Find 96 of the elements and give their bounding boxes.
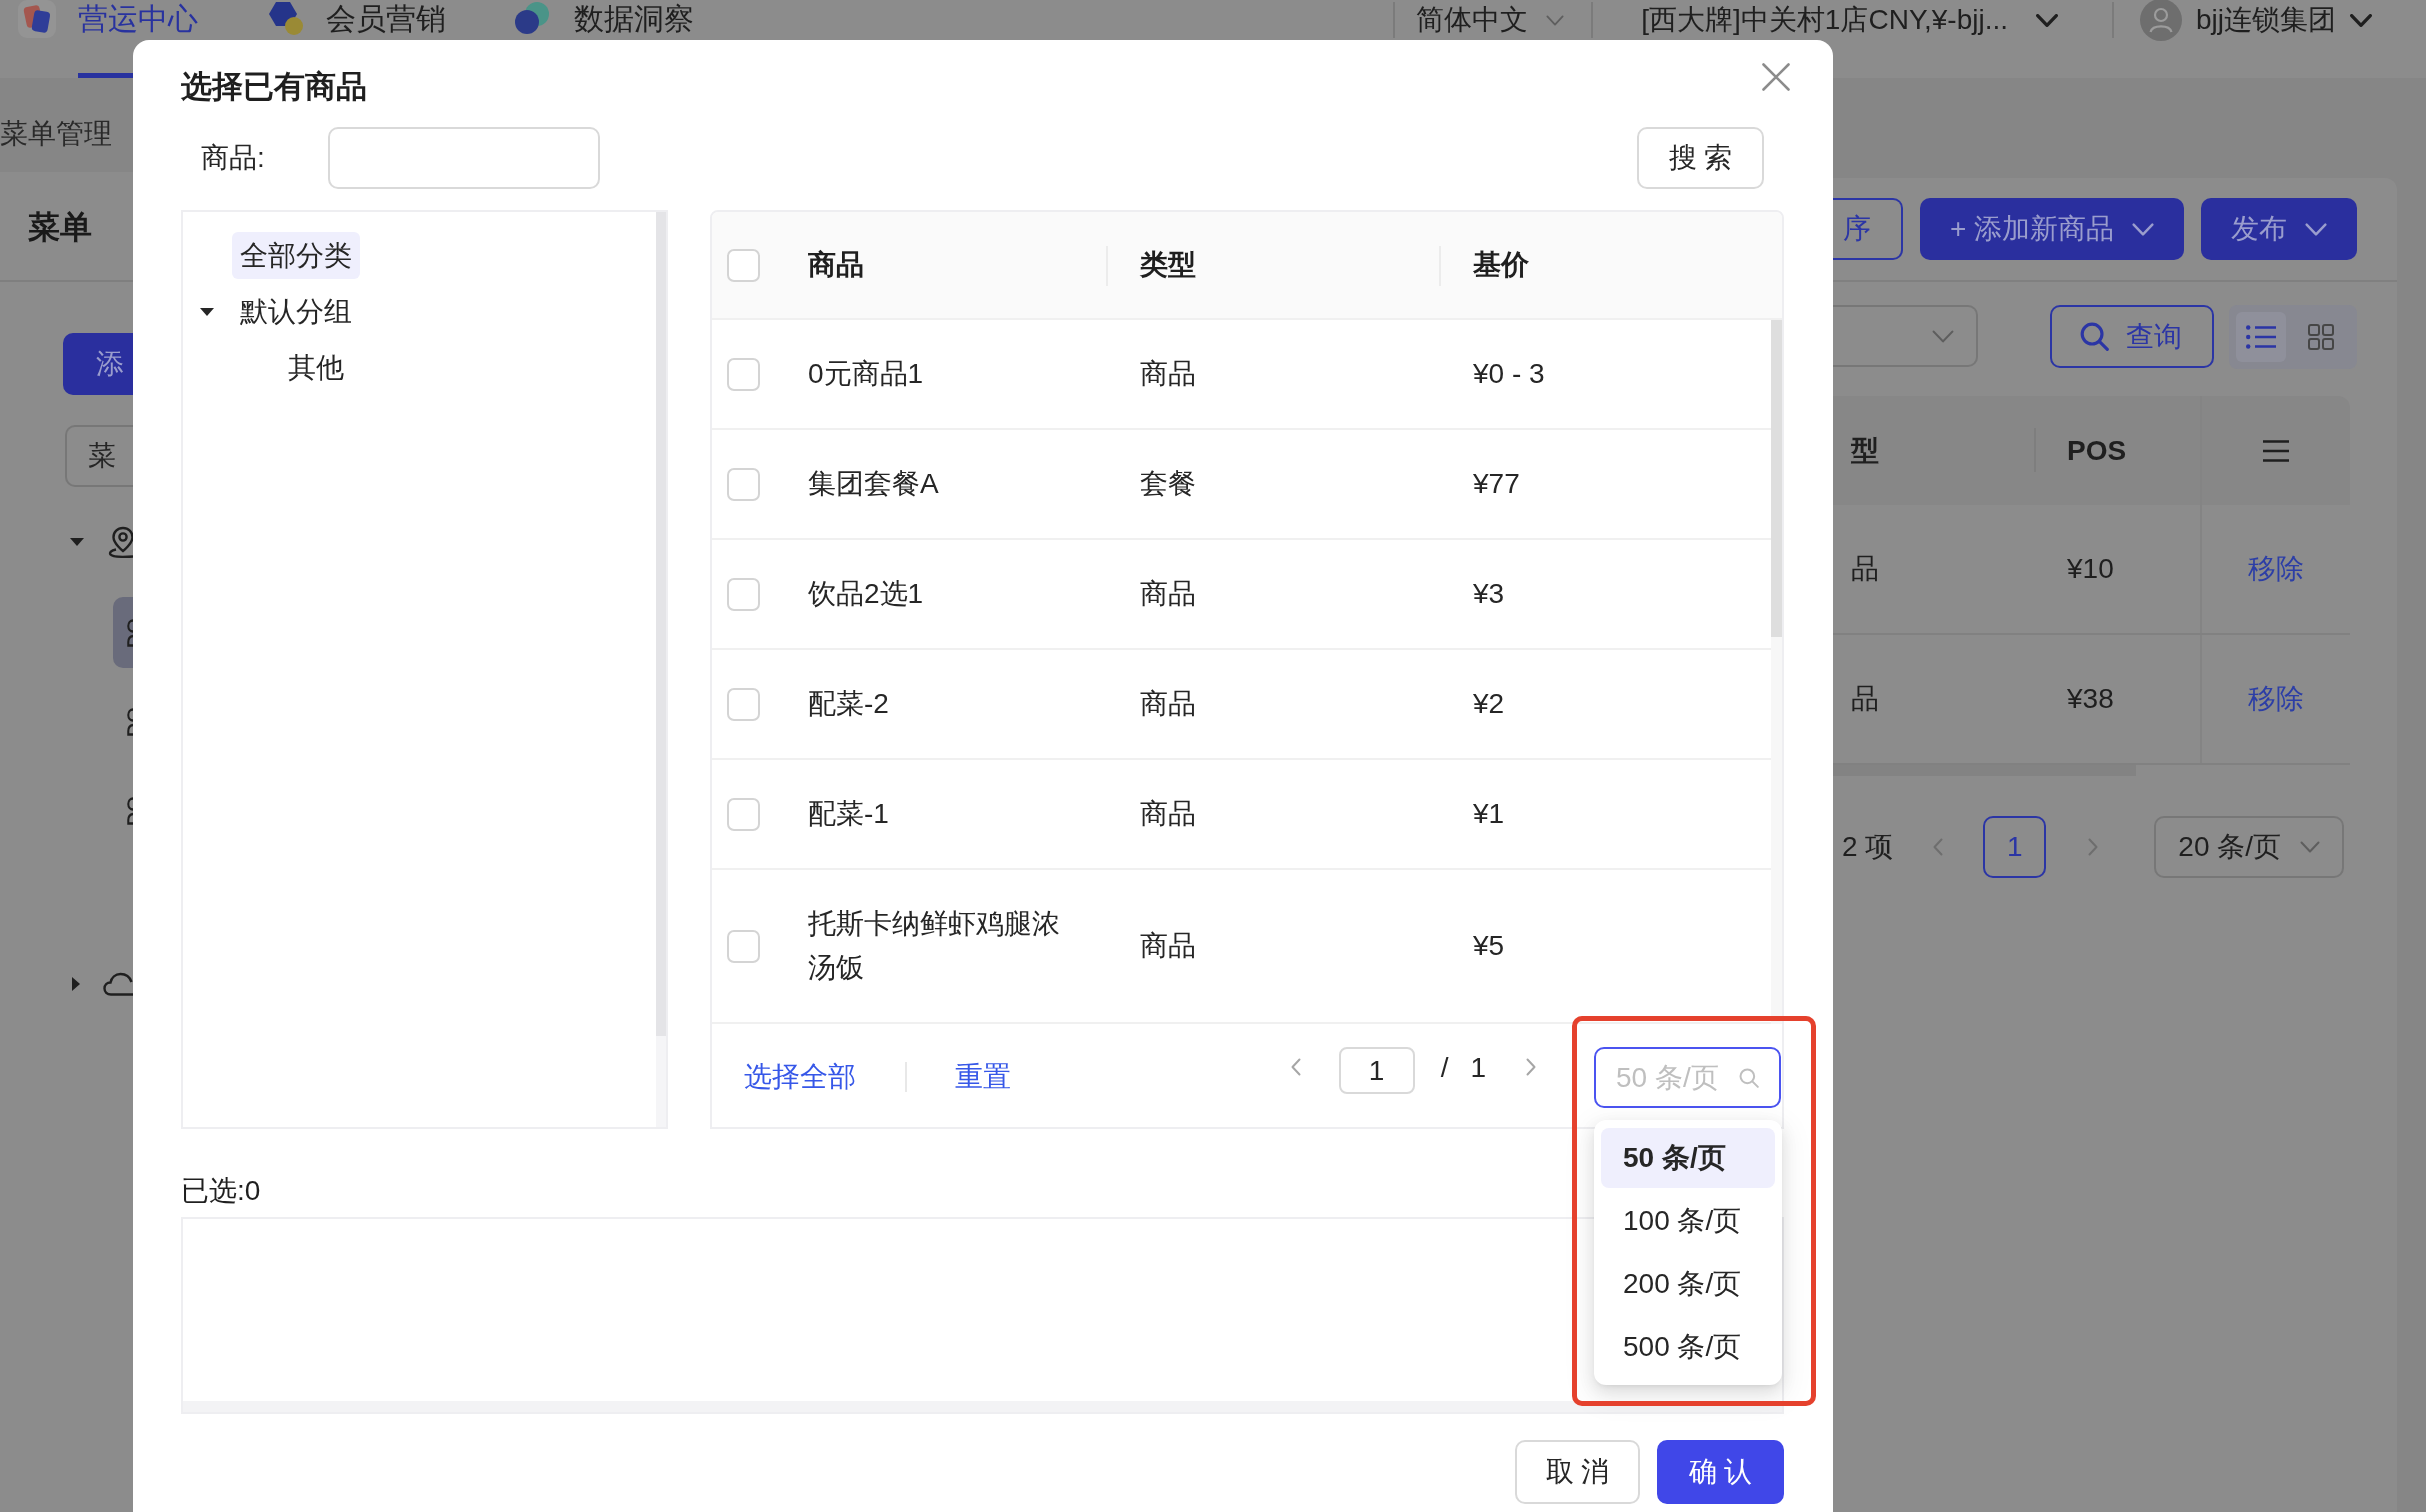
table-cell-text: 0元商品1	[808, 357, 924, 391]
list-icon	[2246, 325, 2276, 349]
person-icon	[127, 707, 133, 736]
reset-link[interactable]: 重置	[955, 1063, 1011, 1091]
page-title: 菜单	[28, 211, 92, 243]
remove-link[interactable]: 移除	[2248, 552, 2304, 586]
selected-count: 已选:0	[181, 1177, 261, 1205]
grid-icon	[2308, 324, 2334, 350]
table-cell-text: 商品	[1140, 357, 1196, 391]
page-separator: /	[1440, 1054, 1449, 1082]
chevron-down-icon	[1932, 329, 1954, 343]
chevron-right-icon[interactable]	[1526, 1058, 1536, 1076]
table-cell-text: ¥2	[1473, 687, 1505, 721]
table-cell-text: 套餐	[1140, 467, 1196, 501]
chevron-down-icon	[2350, 13, 2372, 27]
person-icon	[127, 618, 133, 647]
table-cell: 品	[1851, 682, 1879, 716]
table-cell-text: 商品	[1140, 687, 1196, 721]
checkbox[interactable]	[727, 248, 760, 282]
table-cell-text: 配菜-2	[808, 687, 889, 721]
table-cell-text: ¥77	[1473, 467, 1520, 501]
chevron-left-icon[interactable]	[1290, 1058, 1301, 1076]
page-total: 1	[1470, 1054, 1486, 1082]
checkbox[interactable]	[727, 797, 760, 831]
table-cell-text: 集团套餐A	[808, 467, 939, 501]
language-dropdown[interactable]: 简体中文	[1416, 3, 1565, 37]
chevron-left-icon[interactable]	[1933, 838, 1944, 856]
table-cell-text: ¥3	[1473, 577, 1505, 611]
checkbox[interactable]	[727, 357, 760, 391]
page-input[interactable]: 1	[1338, 1047, 1415, 1094]
map-pin-icon	[108, 525, 133, 558]
caret-down-icon[interactable]	[200, 307, 214, 316]
account-dropdown[interactable]: bjj连锁集团	[2140, 0, 2372, 41]
chevron-down-icon	[2132, 222, 2155, 236]
chevron-down-icon	[2036, 13, 2058, 27]
tree-item[interactable]: 全部分类	[232, 232, 360, 279]
chevron-down-icon	[1546, 14, 1565, 26]
avatar-icon	[2140, 0, 2182, 41]
publish-button[interactable]: 发布	[2201, 198, 2358, 260]
menu-option[interactable]: 500 条/页	[1601, 1317, 1775, 1377]
table-cell-text: ¥5	[1473, 929, 1505, 963]
table-cell-text: 商品	[1140, 929, 1196, 963]
table-cell-text: 商品	[1140, 577, 1196, 611]
table-cell: ¥10	[2067, 552, 2114, 586]
menu-option[interactable]: 50 条/页	[1601, 1128, 1775, 1188]
menu-icon[interactable]	[2263, 439, 2289, 462]
table-cell-text: ¥1	[1473, 797, 1505, 831]
remove-link[interactable]: 移除	[2248, 682, 2304, 716]
table-cell: ¥38	[2067, 682, 2114, 716]
table-cell: 品	[1851, 552, 1879, 586]
tree-item[interactable]: 默认分组	[232, 288, 360, 335]
list-view-button[interactable]	[2236, 312, 2286, 362]
table-cell-text: 商品	[1140, 797, 1196, 831]
breadcrumb-text: 菜单管理	[0, 120, 112, 148]
cloud-icon	[103, 972, 133, 996]
page-size-select[interactable]: 20 条/页	[2154, 816, 2345, 878]
confirm-button[interactable]: 确 认	[1657, 1439, 1784, 1504]
menu-option[interactable]: 200 条/页	[1601, 1254, 1775, 1314]
table-cell-text: 饮品2选1	[808, 577, 924, 611]
store-dropdown[interactable]: [西大牌]中关村1店CNY,¥-bjj...	[1641, 3, 2058, 37]
checkbox[interactable]	[727, 467, 760, 501]
table-cell-text: 配菜-1	[808, 797, 889, 831]
checkbox[interactable]	[727, 687, 760, 721]
search-field[interactable]	[327, 127, 600, 189]
menu-option[interactable]: 100 条/页	[1601, 1191, 1775, 1251]
chevron-right-icon[interactable]	[2088, 838, 2099, 856]
checkbox[interactable]	[727, 577, 760, 611]
total-count: 2 项	[1842, 830, 1894, 864]
person-icon	[127, 796, 133, 825]
chevron-down-icon	[2305, 222, 2328, 236]
chevron-down-icon	[2300, 841, 2321, 853]
tree-item[interactable]: 其他	[280, 344, 352, 391]
column-header: 基价	[1473, 248, 1529, 282]
hexagon-logo-icon	[266, 0, 304, 36]
circles-logo-icon	[514, 0, 552, 36]
column-header: 型	[1851, 433, 1879, 468]
search-icon	[2080, 322, 2109, 351]
close-icon[interactable]	[1762, 63, 1790, 91]
search-button[interactable]: 搜 索	[1637, 127, 1764, 189]
checkbox[interactable]	[727, 929, 760, 963]
table-cell-text: ¥0 - 3	[1473, 357, 1545, 391]
add-button[interactable]: 添	[63, 333, 133, 395]
caret-right-icon[interactable]	[72, 977, 80, 991]
query-button[interactable]: 查询	[2050, 305, 2214, 368]
cancel-button[interactable]: 取 消	[1515, 1439, 1640, 1504]
column-header: 商品	[808, 248, 864, 282]
column-header: 类型	[1140, 248, 1196, 282]
tree-item[interactable]	[113, 597, 133, 668]
column-header: POS	[2067, 433, 2127, 468]
table-cell-text: 托斯卡纳鲜虾鸡腿浓汤饭	[808, 907, 1061, 985]
select-all-link[interactable]: 选择全部	[744, 1063, 856, 1091]
page-button[interactable]: 1	[1983, 816, 2047, 878]
add-product-button[interactable]: + 添加新商品	[1920, 198, 2185, 260]
search-icon	[1739, 1067, 1759, 1088]
squares-logo-icon	[18, 0, 56, 38]
field-label: 商品:	[201, 144, 265, 172]
